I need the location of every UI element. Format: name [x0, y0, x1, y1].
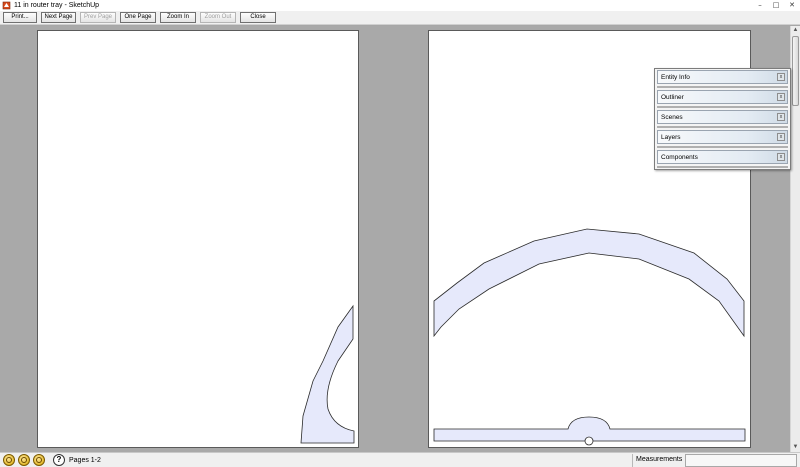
- measurements-label: Measurements: [636, 456, 683, 463]
- status-bar: ? Pages 1-2 Measurements: [0, 452, 800, 467]
- one-page-button[interactable]: One Page: [120, 12, 156, 23]
- panel-close-icon[interactable]: x: [777, 133, 785, 141]
- tray-edge-shape: [300, 304, 355, 444]
- measurements-input[interactable]: [685, 454, 797, 467]
- page-1-drawing: [300, 304, 355, 444]
- panel-collapsed-body: [657, 166, 788, 168]
- print-button[interactable]: Print...: [3, 12, 37, 23]
- zoom-in-button[interactable]: Zoom In: [160, 12, 196, 23]
- panel-collapsed-body: [657, 126, 788, 128]
- tray-panel-label: Outliner: [661, 93, 684, 101]
- panel-close-icon[interactable]: x: [777, 113, 785, 121]
- close-window-icon[interactable]: ✕: [787, 1, 797, 10]
- maximize-icon[interactable]: □: [771, 1, 781, 10]
- title-bar: 11 in router tray - SketchUp – □ ✕: [0, 0, 800, 11]
- sketchup-app-icon[interactable]: [2, 1, 11, 10]
- prev-page-button[interactable]: Prev Page: [80, 12, 116, 23]
- page-1: [37, 30, 359, 448]
- print-preview-toolbar: Print... Next Page Prev Page One Page Zo…: [0, 11, 800, 25]
- credits-icon[interactable]: [18, 454, 30, 466]
- tray-arc-shape: [433, 228, 745, 338]
- tray-panel-components[interactable]: Components x: [657, 150, 788, 170]
- tray-panel-scenes[interactable]: Scenes x: [657, 110, 788, 130]
- next-page-button[interactable]: Next Page: [41, 12, 76, 23]
- minimize-icon[interactable]: –: [755, 1, 765, 10]
- tray-panel-label: Components: [661, 153, 698, 161]
- tray-panel-entity-info[interactable]: Entity Info x: [657, 70, 788, 90]
- scroll-down-icon[interactable]: ▼: [791, 443, 800, 452]
- tray-panel-label: Scenes: [661, 113, 683, 121]
- panel-close-icon[interactable]: x: [777, 153, 785, 161]
- status-divider: [632, 454, 633, 467]
- panel-close-icon[interactable]: x: [777, 93, 785, 101]
- tray-notch-circle: [584, 436, 594, 446]
- pages-indicator: Pages 1-2: [69, 456, 101, 464]
- vertical-scrollbar[interactable]: ▲ ▼: [790, 26, 800, 452]
- zoom-out-button[interactable]: Zoom Out: [200, 12, 236, 23]
- tray-panel-layers[interactable]: Layers x: [657, 130, 788, 150]
- user-icon[interactable]: [33, 454, 45, 466]
- window-title: 11 in router tray - SketchUp: [14, 2, 100, 9]
- help-icon[interactable]: ?: [53, 454, 65, 466]
- panel-collapsed-body: [657, 86, 788, 88]
- tray-panel-label: Entity Info: [661, 73, 690, 81]
- tray-panel-label: Layers: [661, 133, 681, 141]
- panel-collapsed-body: [657, 106, 788, 108]
- panel-close-icon[interactable]: x: [777, 73, 785, 81]
- geo-location-icon[interactable]: [3, 454, 15, 466]
- scroll-thumb[interactable]: [792, 36, 799, 106]
- panel-collapsed-body: [657, 146, 788, 148]
- default-tray: Entity Info x Outliner x Scenes x Layers…: [654, 68, 791, 170]
- close-preview-button[interactable]: Close: [240, 12, 276, 23]
- tray-panel-outliner[interactable]: Outliner x: [657, 90, 788, 110]
- scroll-up-icon[interactable]: ▲: [791, 26, 800, 35]
